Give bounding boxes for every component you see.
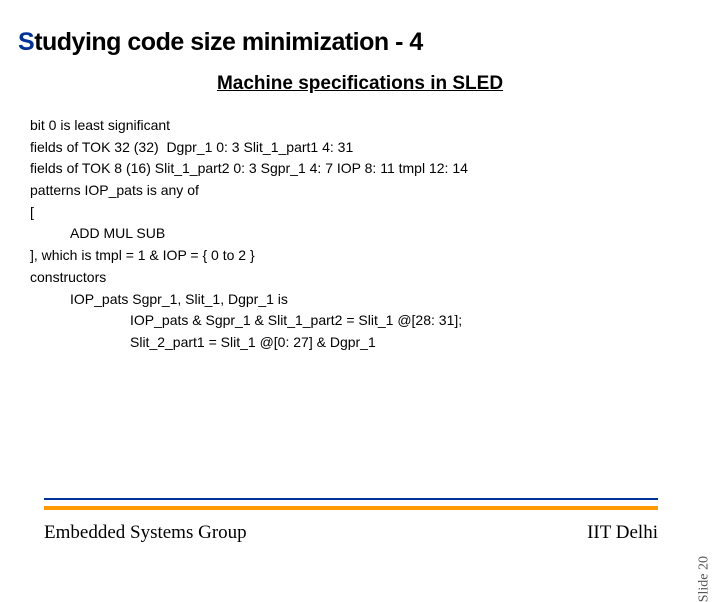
code-line: IOP_pats & Sgpr_1 & Slit_1_part2 = Slit_…	[30, 310, 720, 332]
title-text: tudying code size minimization - 4	[34, 28, 423, 56]
slide-title: Studying code size minimization - 4	[18, 28, 720, 57]
code-line: fields of TOK 8 (16) Slit_1_part2 0: 3 S…	[30, 158, 720, 180]
body-content: bit 0 is least significant fields of TOK…	[30, 115, 720, 354]
code-line: Slit_2_part1 = Slit_1 @[0: 27] & Dgpr_1	[30, 332, 720, 354]
slide-subtitle: Machine specifications in SLED	[0, 73, 720, 95]
code-line: ADD MUL SUB	[30, 223, 720, 245]
footer-left-text: Embedded Systems Group	[44, 522, 247, 544]
slide-number: Slide 20	[696, 556, 712, 602]
footer-right-text: IIT Delhi	[587, 522, 658, 544]
title-accent-letter: S	[18, 28, 34, 56]
code-line: fields of TOK 32 (32) Dgpr_1 0: 3 Slit_1…	[30, 137, 720, 159]
code-line: ], which is tmpl = 1 & IOP = { 0 to 2 }	[30, 245, 720, 267]
code-line: IOP_pats Sgpr_1, Slit_1, Dgpr_1 is	[30, 289, 720, 311]
code-line: bit 0 is least significant	[30, 115, 720, 137]
code-line: constructors	[30, 267, 720, 289]
code-line: [	[30, 202, 720, 224]
code-line: patterns IOP_pats is any of	[30, 180, 720, 202]
footer-divider	[44, 498, 658, 510]
